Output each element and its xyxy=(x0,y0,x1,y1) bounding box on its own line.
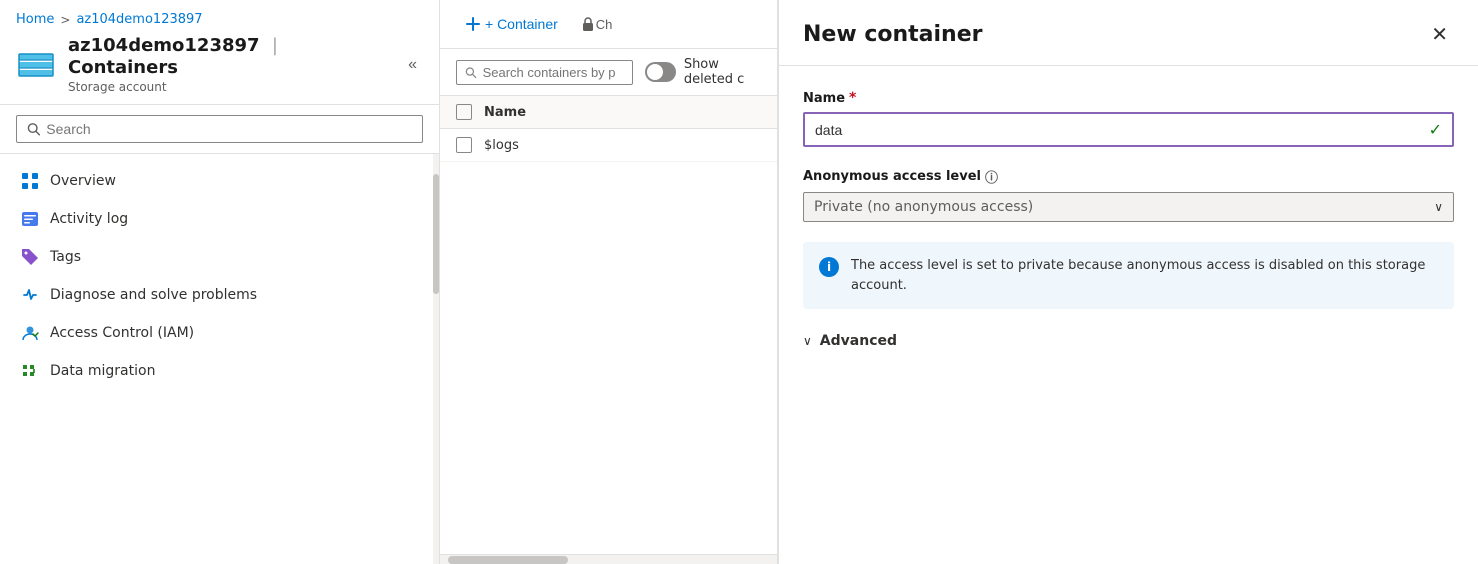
page-title: az104demo123897 | Containers xyxy=(68,35,390,78)
sidebar-item-label: Data migration xyxy=(50,363,155,379)
required-indicator: * xyxy=(849,90,856,106)
scroll-thumb xyxy=(448,556,568,564)
plus-icon xyxy=(466,17,480,31)
sidebar-search-wrapper xyxy=(16,115,423,143)
container-name-input[interactable] xyxy=(815,122,1429,138)
lock-icon xyxy=(580,16,596,32)
advanced-section[interactable]: ∨ Advanced xyxy=(803,329,1454,353)
filter-search-icon xyxy=(465,66,477,79)
access-level-form-group: Anonymous access level ⓘ Private (no ano… xyxy=(803,167,1454,222)
advanced-label: Advanced xyxy=(820,333,897,349)
resource-subtitle: Storage account xyxy=(68,80,390,94)
sidebar-item-label: Tags xyxy=(50,249,81,265)
sidebar-item-label: Diagnose and solve problems xyxy=(50,287,257,303)
show-deleted-toggle[interactable] xyxy=(645,62,676,82)
name-input-wrapper: ✓ xyxy=(803,112,1454,147)
container-filter-input[interactable] xyxy=(483,65,624,80)
info-box: i The access level is set to private bec… xyxy=(803,242,1454,309)
access-level-dropdown[interactable]: Private (no anonymous access) ∨ xyxy=(803,192,1454,222)
breadcrumb-separator: > xyxy=(60,13,70,27)
info-message: The access level is set to private becau… xyxy=(851,256,1438,295)
activity-icon xyxy=(20,209,40,229)
sidebar: Home > az104demo123897 az104demo123897 xyxy=(0,0,440,564)
sidebar-header: Home > az104demo123897 az104demo123897 xyxy=(0,0,439,105)
breadcrumb: Home > az104demo123897 xyxy=(16,12,423,27)
resource-title-block: az104demo123897 | Containers Storage acc… xyxy=(68,35,390,94)
containers-table: Name $logs xyxy=(440,96,777,554)
add-container-button[interactable]: + Container xyxy=(456,10,568,38)
new-container-panel: New container ✕ Name * ✓ Anonymous acces… xyxy=(778,0,1478,564)
main-area: + Container Ch Show deleted c Name xyxy=(440,0,778,564)
name-form-group: Name * ✓ xyxy=(803,90,1454,147)
sidebar-scrollbar xyxy=(433,154,439,564)
select-all-checkbox[interactable] xyxy=(456,104,472,120)
toggle-wrapper: Show deleted c xyxy=(645,57,761,87)
toggle-label: Show deleted c xyxy=(684,57,761,87)
sidebar-nav-wrapper: Overview Activity log xyxy=(0,154,439,564)
search-input[interactable] xyxy=(46,121,412,137)
row-name: $logs xyxy=(484,138,519,153)
info-icon: i xyxy=(819,257,839,277)
advanced-chevron-icon: ∨ xyxy=(803,334,812,348)
panel-close-button[interactable]: ✕ xyxy=(1425,18,1454,51)
sidebar-item-activity-log[interactable]: Activity log xyxy=(0,200,433,238)
sidebar-item-migration[interactable]: Data migration xyxy=(0,352,433,390)
sidebar-item-label: Activity log xyxy=(50,211,128,227)
sidebar-item-label: Access Control (IAM) xyxy=(50,325,194,341)
collapse-sidebar-button[interactable]: « xyxy=(402,52,423,78)
sidebar-item-tags[interactable]: Tags xyxy=(0,238,433,276)
table-row[interactable]: $logs xyxy=(440,129,777,162)
migration-icon xyxy=(20,361,40,381)
breadcrumb-resource[interactable]: az104demo123897 xyxy=(76,12,202,27)
sidebar-scrollbar-thumb xyxy=(433,174,439,294)
column-header-name: Name xyxy=(484,105,526,120)
panel-header: New container ✕ xyxy=(779,0,1478,66)
sidebar-item-label: Overview xyxy=(50,173,116,189)
sidebar-item-diagnose[interactable]: Diagnose and solve problems xyxy=(0,276,433,314)
filter-input-wrapper xyxy=(456,60,633,85)
panel-body: Name * ✓ Anonymous access level ⓘ Privat… xyxy=(779,66,1478,564)
table-header: Name xyxy=(440,96,777,129)
change-access-button[interactable]: Ch xyxy=(572,10,621,38)
access-info-icon: ⓘ xyxy=(985,167,998,186)
access-level-label: Anonymous access level ⓘ xyxy=(803,167,1454,186)
row-checkbox[interactable] xyxy=(456,137,472,153)
name-label: Name * xyxy=(803,90,1454,106)
chevron-down-icon: ∨ xyxy=(1434,200,1443,214)
resource-header: az104demo123897 | Containers Storage acc… xyxy=(16,35,423,94)
sidebar-item-iam[interactable]: Access Control (IAM) xyxy=(0,314,433,352)
nav-list: Overview Activity log xyxy=(0,154,433,564)
access-level-selected: Private (no anonymous access) xyxy=(814,199,1033,215)
sidebar-search-box xyxy=(0,105,439,154)
tags-icon xyxy=(20,247,40,267)
overview-icon xyxy=(20,171,40,191)
panel-title: New container xyxy=(803,22,982,47)
iam-icon xyxy=(20,323,40,343)
breadcrumb-home[interactable]: Home xyxy=(16,12,54,27)
main-toolbar: + Container Ch xyxy=(440,0,777,49)
main-filters: Show deleted c xyxy=(440,49,777,96)
validation-checkmark: ✓ xyxy=(1429,120,1442,139)
diagnose-icon xyxy=(20,285,40,305)
horizontal-scrollbar xyxy=(440,554,777,564)
sidebar-item-overview[interactable]: Overview xyxy=(0,162,433,200)
resource-icon xyxy=(16,45,56,85)
search-icon xyxy=(27,122,40,136)
